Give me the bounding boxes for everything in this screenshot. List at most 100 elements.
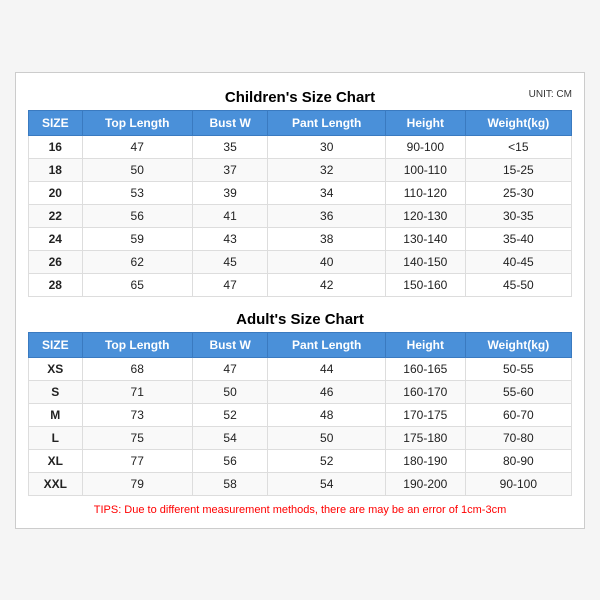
table-row: XXL795854190-20090-100 bbox=[29, 472, 572, 495]
table-row: 28654742150-16045-50 bbox=[29, 273, 572, 296]
table-cell: 46 bbox=[268, 380, 386, 403]
table-cell: 70-80 bbox=[465, 426, 571, 449]
table-cell: 73 bbox=[82, 403, 192, 426]
children-col-size: SIZE bbox=[29, 110, 83, 135]
table-cell: 34 bbox=[268, 181, 386, 204]
table-cell: 30 bbox=[268, 135, 386, 158]
tips-text: TIPS: Due to different measurement metho… bbox=[28, 504, 572, 516]
adults-header-row: SIZE Top Length Bust W Pant Length Heigh… bbox=[29, 332, 572, 357]
table-cell: 38 bbox=[268, 227, 386, 250]
table-cell: 43 bbox=[192, 227, 268, 250]
table-cell: 42 bbox=[268, 273, 386, 296]
table-cell: S bbox=[29, 380, 83, 403]
table-cell: 26 bbox=[29, 250, 83, 273]
children-table: SIZE Top Length Bust W Pant Length Heigh… bbox=[28, 110, 572, 297]
table-cell: 48 bbox=[268, 403, 386, 426]
table-cell: 32 bbox=[268, 158, 386, 181]
table-cell: 100-110 bbox=[386, 158, 466, 181]
children-header-row: SIZE Top Length Bust W Pant Length Heigh… bbox=[29, 110, 572, 135]
table-cell: 50 bbox=[82, 158, 192, 181]
table-cell: <15 bbox=[465, 135, 571, 158]
table-cell: 54 bbox=[192, 426, 268, 449]
table-row: 24594338130-14035-40 bbox=[29, 227, 572, 250]
table-row: M735248170-17560-70 bbox=[29, 403, 572, 426]
table-cell: 160-165 bbox=[386, 357, 466, 380]
table-cell: 90-100 bbox=[465, 472, 571, 495]
table-row: S715046160-17055-60 bbox=[29, 380, 572, 403]
table-cell: 40 bbox=[268, 250, 386, 273]
table-cell: 47 bbox=[192, 273, 268, 296]
table-cell: 180-190 bbox=[386, 449, 466, 472]
table-cell: XXL bbox=[29, 472, 83, 495]
table-cell: 190-200 bbox=[386, 472, 466, 495]
table-cell: 53 bbox=[82, 181, 192, 204]
children-title: Children's Size Chart UNIT: CM bbox=[28, 83, 572, 110]
table-cell: 35 bbox=[192, 135, 268, 158]
table-cell: 80-90 bbox=[465, 449, 571, 472]
adults-col-size: SIZE bbox=[29, 332, 83, 357]
table-cell: 175-180 bbox=[386, 426, 466, 449]
table-cell: 77 bbox=[82, 449, 192, 472]
table-cell: XL bbox=[29, 449, 83, 472]
table-row: 22564136120-13030-35 bbox=[29, 204, 572, 227]
table-cell: 28 bbox=[29, 273, 83, 296]
table-cell: 30-35 bbox=[465, 204, 571, 227]
adults-col-height: Height bbox=[386, 332, 466, 357]
table-row: XS684744160-16550-55 bbox=[29, 357, 572, 380]
table-cell: 170-175 bbox=[386, 403, 466, 426]
table-cell: 55-60 bbox=[465, 380, 571, 403]
table-cell: 79 bbox=[82, 472, 192, 495]
table-cell: 52 bbox=[268, 449, 386, 472]
children-col-toplength: Top Length bbox=[82, 110, 192, 135]
table-cell: 15-25 bbox=[465, 158, 571, 181]
table-cell: 75 bbox=[82, 426, 192, 449]
table-row: 1647353090-100<15 bbox=[29, 135, 572, 158]
table-cell: 45-50 bbox=[465, 273, 571, 296]
table-cell: 65 bbox=[82, 273, 192, 296]
adults-title-text: Adult's Size Chart bbox=[236, 311, 364, 328]
table-cell: 150-160 bbox=[386, 273, 466, 296]
table-cell: 54 bbox=[268, 472, 386, 495]
table-cell: 58 bbox=[192, 472, 268, 495]
table-cell: 45 bbox=[192, 250, 268, 273]
adults-col-bustw: Bust W bbox=[192, 332, 268, 357]
table-row: XL775652180-19080-90 bbox=[29, 449, 572, 472]
adults-col-weight: Weight(kg) bbox=[465, 332, 571, 357]
table-cell: 37 bbox=[192, 158, 268, 181]
table-cell: 56 bbox=[82, 204, 192, 227]
table-cell: 24 bbox=[29, 227, 83, 250]
table-cell: L bbox=[29, 426, 83, 449]
table-cell: XS bbox=[29, 357, 83, 380]
table-cell: 47 bbox=[82, 135, 192, 158]
adults-title: Adult's Size Chart bbox=[28, 305, 572, 332]
table-cell: 120-130 bbox=[386, 204, 466, 227]
table-cell: 44 bbox=[268, 357, 386, 380]
table-cell: 25-30 bbox=[465, 181, 571, 204]
table-cell: 140-150 bbox=[386, 250, 466, 273]
table-row: L755450175-18070-80 bbox=[29, 426, 572, 449]
chart-container: Children's Size Chart UNIT: CM SIZE Top … bbox=[15, 72, 585, 529]
table-cell: 60-70 bbox=[465, 403, 571, 426]
table-cell: 20 bbox=[29, 181, 83, 204]
table-cell: 18 bbox=[29, 158, 83, 181]
table-cell: 130-140 bbox=[386, 227, 466, 250]
table-cell: 36 bbox=[268, 204, 386, 227]
children-title-text: Children's Size Chart bbox=[225, 89, 375, 106]
table-cell: 22 bbox=[29, 204, 83, 227]
table-cell: 35-40 bbox=[465, 227, 571, 250]
adults-col-pantlength: Pant Length bbox=[268, 332, 386, 357]
table-cell: 62 bbox=[82, 250, 192, 273]
adults-col-toplength: Top Length bbox=[82, 332, 192, 357]
table-row: 26624540140-15040-45 bbox=[29, 250, 572, 273]
children-tbody: 1647353090-100<1518503732100-11015-25 205… bbox=[29, 135, 572, 296]
adults-table: SIZE Top Length Bust W Pant Length Heigh… bbox=[28, 332, 572, 496]
unit-label: UNIT: CM bbox=[529, 89, 572, 100]
table-cell: 90-100 bbox=[386, 135, 466, 158]
children-col-pantlength: Pant Length bbox=[268, 110, 386, 135]
children-col-height: Height bbox=[386, 110, 466, 135]
table-cell: 50-55 bbox=[465, 357, 571, 380]
table-cell: 56 bbox=[192, 449, 268, 472]
table-cell: 39 bbox=[192, 181, 268, 204]
children-col-bustw: Bust W bbox=[192, 110, 268, 135]
table-cell: 50 bbox=[268, 426, 386, 449]
